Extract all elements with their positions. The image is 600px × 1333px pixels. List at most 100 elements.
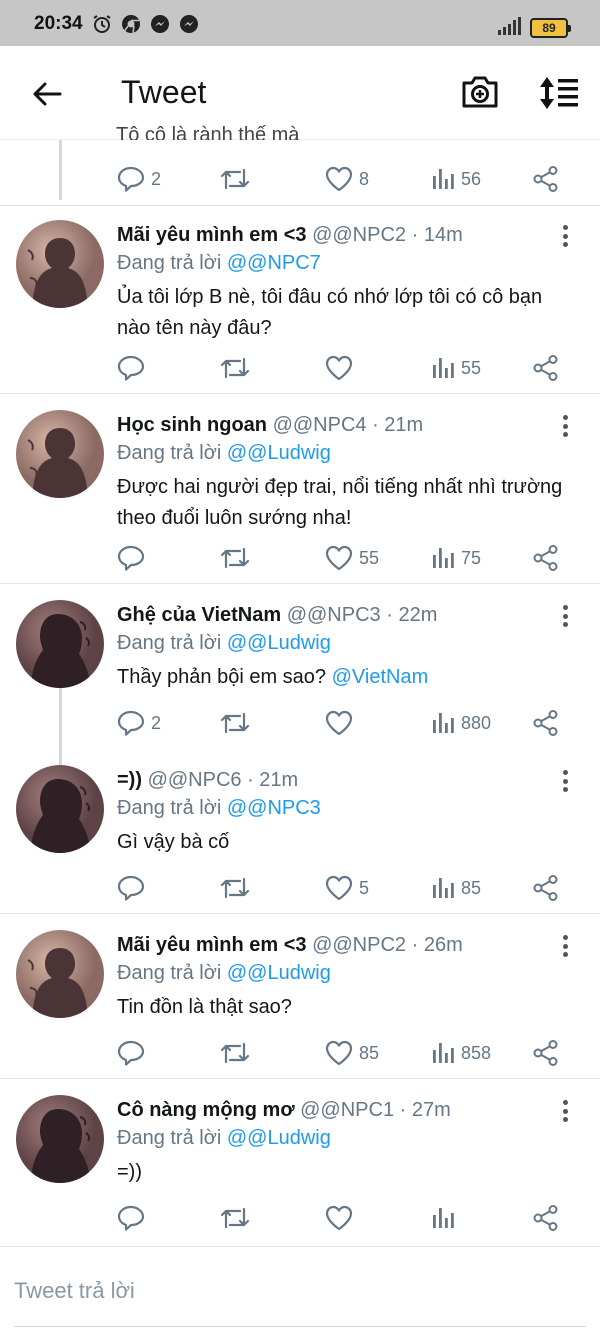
retweet-icon <box>220 357 250 379</box>
display-name[interactable]: Học sinh ngoan <box>117 414 267 436</box>
display-name[interactable]: Cô nàng mộng mơ <box>117 1099 295 1121</box>
retweet-icon <box>220 547 250 569</box>
heart-icon <box>325 1205 353 1231</box>
reply-button[interactable]: 2 <box>117 708 161 738</box>
tweet[interactable]: Mãi yêu mình em <3 @@NPC2 · 26m Đang trả … <box>0 916 600 1079</box>
like-button[interactable] <box>325 353 359 383</box>
divider <box>0 393 600 394</box>
heart-icon <box>325 355 353 381</box>
battery-level: 89 <box>542 21 556 35</box>
views-button[interactable] <box>431 1203 461 1233</box>
retweet-button[interactable] <box>220 543 250 573</box>
more-options-button[interactable] <box>555 412 575 440</box>
reply-input[interactable] <box>14 1271 584 1311</box>
share-button[interactable] <box>532 1038 560 1068</box>
sort-button[interactable] <box>536 71 582 115</box>
views-icon <box>433 358 454 378</box>
replying-to-label: Đang trả lời <box>117 442 222 464</box>
more-options-button[interactable] <box>555 932 575 960</box>
display-name[interactable]: =)) <box>117 769 142 791</box>
share-icon <box>533 875 558 901</box>
avatar[interactable] <box>16 410 104 498</box>
tweet-time: · 26m <box>411 934 463 956</box>
tweet[interactable]: =)) @@NPC6 · 21m Đang trả lời @@NPC3 Gì vậ… <box>0 747 600 914</box>
tweet[interactable]: Mãi yêu mình em <3 @@NPC2 · 14m Đang trả … <box>0 206 600 394</box>
like-button[interactable] <box>325 708 359 738</box>
retweet-button[interactable] <box>220 164 250 194</box>
reply-button[interactable] <box>117 543 151 573</box>
reply-icon <box>117 1040 145 1066</box>
retweet-button[interactable] <box>220 353 250 383</box>
camera-button[interactable] <box>458 70 502 114</box>
display-name[interactable]: Mãi yêu mình em <3 <box>117 224 307 246</box>
more-options-button[interactable] <box>555 1097 575 1125</box>
status-bar: 20:34 89 <box>0 0 600 46</box>
divider <box>0 583 600 584</box>
avatar[interactable] <box>16 1095 104 1183</box>
app-header: Tweet <box>0 46 600 140</box>
arrow-left-icon <box>33 82 62 106</box>
display-name[interactable]: Ghệ của VietNam <box>117 604 281 626</box>
divider <box>0 1078 600 1079</box>
reply-button[interactable] <box>117 353 151 383</box>
share-icon <box>533 355 558 381</box>
replying-to-handle[interactable]: @@NPC3 <box>227 797 321 819</box>
tweet-time: · 21m <box>372 414 424 436</box>
tweet[interactable]: Học sinh ngoan @@NPC4 · 21m Đang trả lời … <box>0 396 600 584</box>
tweet[interactable]: Ghệ của VietNam @@NPC3 · 22m Đang trả lời… <box>0 586 600 754</box>
replying-to-handle[interactable]: @@Ludwig <box>227 1127 331 1149</box>
views-button[interactable]: 56 <box>431 164 481 194</box>
retweet-button[interactable] <box>220 1038 250 1068</box>
back-button[interactable] <box>24 71 70 117</box>
replying-to-handle[interactable]: @@NPC7 <box>227 252 321 274</box>
more-options-button[interactable] <box>555 602 575 630</box>
reply-button[interactable]: 2 <box>117 164 161 194</box>
views-button[interactable]: 858 <box>431 1038 491 1068</box>
retweet-button[interactable] <box>220 1203 250 1233</box>
share-button[interactable] <box>532 543 560 573</box>
views-button[interactable]: 75 <box>431 543 481 573</box>
retweet-button[interactable] <box>220 873 250 903</box>
share-icon <box>533 545 558 571</box>
reply-button[interactable] <box>117 1038 151 1068</box>
like-button[interactable]: 85 <box>325 1038 379 1068</box>
share-button[interactable] <box>532 164 560 194</box>
like-button[interactable]: 55 <box>325 543 379 573</box>
avatar[interactable] <box>16 220 104 308</box>
avatar[interactable] <box>16 930 104 1018</box>
page-title: Tweet <box>121 74 207 110</box>
view-count: 56 <box>461 168 482 189</box>
reply-button[interactable] <box>117 873 151 903</box>
reply-button[interactable] <box>117 1203 151 1233</box>
like-count: 85 <box>359 1042 380 1063</box>
avatar[interactable] <box>16 600 104 688</box>
input-underline <box>14 1326 586 1327</box>
like-button[interactable] <box>325 1203 359 1233</box>
replying-to-handle[interactable]: @@Ludwig <box>227 962 331 984</box>
views-button[interactable]: 55 <box>431 353 481 383</box>
replying-to: Đang trả lời @@NPC3 <box>117 797 321 820</box>
views-icon <box>433 1043 454 1063</box>
more-options-button[interactable] <box>555 222 575 250</box>
share-button[interactable] <box>532 353 560 383</box>
replying-to: Đang trả lời @@NPC7 <box>117 252 321 275</box>
display-name[interactable]: Mãi yêu mình em <3 <box>117 934 307 956</box>
view-count: 75 <box>461 547 482 568</box>
more-options-button[interactable] <box>555 767 575 795</box>
share-button[interactable] <box>532 708 560 738</box>
tweet-actions: 55 <box>0 353 600 383</box>
replying-to-handle[interactable]: @@Ludwig <box>227 632 331 654</box>
reply-icon <box>117 875 145 901</box>
views-button[interactable]: 85 <box>431 873 481 903</box>
share-button[interactable] <box>532 1203 560 1233</box>
tweet[interactable]: Cô nàng mộng mơ @@NPC1 · 27m Đang trả lời… <box>0 1081 600 1245</box>
replying-to-handle[interactable]: @@Ludwig <box>227 442 331 464</box>
like-button[interactable]: 5 <box>325 873 369 903</box>
share-button[interactable] <box>532 873 560 903</box>
mention-link[interactable]: @VietNam <box>332 666 429 688</box>
views-button[interactable]: 880 <box>431 708 491 738</box>
like-button[interactable]: 8 <box>325 164 369 194</box>
avatar[interactable] <box>16 765 104 853</box>
retweet-button[interactable] <box>220 708 250 738</box>
reply-count: 2 <box>151 712 162 733</box>
